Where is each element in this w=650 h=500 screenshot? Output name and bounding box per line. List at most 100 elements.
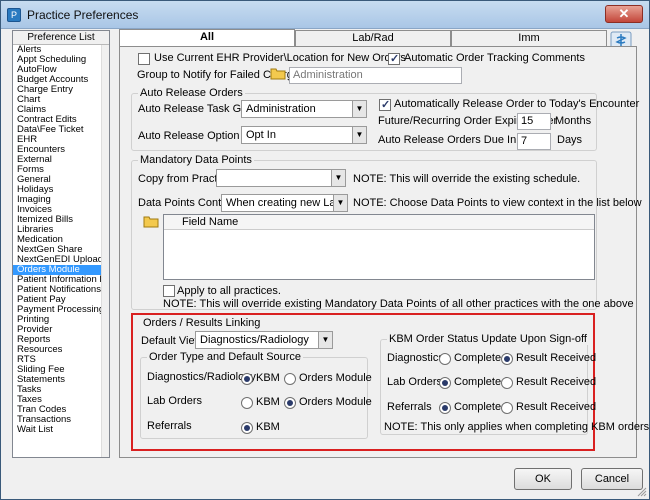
preference-list-item[interactable]: Data\Fee Ticket [13, 125, 109, 135]
folder-icon[interactable] [270, 67, 286, 80]
auto-tracking-label: Automatic Order Tracking Comments [404, 52, 585, 64]
preference-list-item[interactable]: External [13, 155, 109, 165]
chevron-down-icon[interactable]: ▼ [318, 332, 332, 348]
default-view-select[interactable]: Diagnostics/Radiology ▼ [195, 331, 333, 349]
preference-list-item[interactable]: RTS [13, 355, 109, 365]
preference-list-item[interactable]: EHR [13, 135, 109, 145]
tab-lab-rad[interactable]: Lab/Rad [295, 30, 451, 47]
diagnostics-kbm-radio[interactable] [241, 373, 253, 385]
preference-list-item[interactable]: Holidays [13, 185, 109, 195]
practice-preferences-window: P Practice Preferences ✕ Preference List… [0, 0, 650, 500]
preference-list-item[interactable]: Medication [13, 235, 109, 245]
preference-list-item[interactable]: Claims [13, 105, 109, 115]
preference-list-item[interactable]: Taxes [13, 395, 109, 405]
kbm-lab-orders-completed-radio[interactable] [439, 377, 451, 389]
kbm-referrals-completed-radio[interactable] [439, 402, 451, 414]
preference-list-item[interactable]: NextGen Share [13, 245, 109, 255]
use-current-provider-label: Use Current EHR Provider\Location for Ne… [154, 52, 406, 64]
apply-all-practices-checkbox[interactable] [163, 285, 175, 297]
orders-results-linking-legend: Orders / Results Linking [143, 317, 261, 329]
lab-orders-kbm-label: KBM [256, 396, 280, 408]
preference-list-item[interactable]: Orders Module [13, 265, 109, 275]
preference-list-item[interactable]: General [13, 175, 109, 185]
data-points-grid[interactable]: Field Name [163, 214, 595, 280]
data-points-context-select[interactable]: When creating new Lab order ▼ [221, 194, 348, 212]
tab-all[interactable]: All [119, 29, 295, 47]
group-notify-field[interactable]: Administration [289, 67, 462, 84]
preference-list-item[interactable]: Reports [13, 335, 109, 345]
chevron-down-icon[interactable]: ▼ [333, 195, 347, 211]
preference-list-item[interactable]: Budget Accounts [13, 75, 109, 85]
preference-list-item[interactable]: Charge Entry [13, 85, 109, 95]
preference-list-item[interactable]: Patient Pay [13, 295, 109, 305]
preference-list-item[interactable]: Alerts [13, 45, 109, 55]
preference-list-item[interactable]: Imaging [13, 195, 109, 205]
tab-imm[interactable]: Imm [451, 30, 607, 47]
preference-list-item[interactable]: Invoices [13, 205, 109, 215]
preference-list-item[interactable]: NextGenEDI Uploading [13, 255, 109, 265]
kbm-referrals-label: Referrals [387, 401, 432, 413]
preference-list-item[interactable]: AutoFlow [13, 65, 109, 75]
preference-list-item[interactable]: Tran Codes [13, 405, 109, 415]
chevron-down-icon[interactable]: ▼ [331, 170, 345, 186]
preference-list-item[interactable]: Libraries [13, 225, 109, 235]
resize-grip-icon[interactable] [637, 487, 647, 497]
preference-list-item[interactable]: Resources [13, 345, 109, 355]
kbm-diagnostics-label: Diagnostics [387, 352, 444, 364]
preference-list-item[interactable]: Patient Information Bar [13, 275, 109, 285]
lab-orders-kbm-radio[interactable] [241, 397, 253, 409]
preference-list-item[interactable]: Provider [13, 325, 109, 335]
field-name-column-header[interactable]: Field Name [182, 216, 238, 228]
task-group-select[interactable]: Administration ▼ [241, 100, 367, 118]
cancel-button[interactable]: Cancel [581, 468, 643, 490]
copy-from-practice-select[interactable]: ▼ [216, 169, 346, 187]
kbm-note: NOTE: This only applies when completing … [384, 421, 650, 433]
preference-list-item[interactable]: Transactions [13, 415, 109, 425]
preference-list-item[interactable]: Chart [13, 95, 109, 105]
lab-orders-orders-module-label: Orders Module [299, 396, 372, 408]
future-expires-field[interactable]: 15 [517, 113, 551, 130]
folder-icon[interactable] [143, 215, 159, 228]
context-note: NOTE: Choose Data Points to view context… [353, 197, 642, 209]
kbm-referrals-result-received-label: Result Received [516, 401, 597, 413]
preference-list-item[interactable]: Statements [13, 375, 109, 385]
future-expires-unit: Months [555, 115, 592, 127]
kbm-diagnostics-result-received-radio[interactable] [501, 353, 513, 365]
due-in-unit: Days [557, 134, 583, 146]
lab-orders-orders-module-radio[interactable] [284, 397, 296, 409]
preference-list-item[interactable]: Printing [13, 315, 109, 325]
title-bar[interactable]: P Practice Preferences ✕ [1, 1, 649, 29]
order-type-default-source-legend: Order Type and Default Source [147, 351, 304, 363]
chevron-down-icon[interactable]: ▼ [352, 127, 366, 143]
kbm-lab-orders-result-received-radio[interactable] [501, 377, 513, 389]
diagnostics-kbm-label: KBM [256, 372, 280, 384]
preference-list-scrollbar[interactable] [101, 45, 109, 457]
preference-list-item[interactable]: Patient Notifications [13, 285, 109, 295]
preference-list-item[interactable]: Itemized Bills [13, 215, 109, 225]
release-option-select[interactable]: Opt In ▼ [241, 126, 367, 144]
preference-list-item[interactable]: Appt Scheduling [13, 55, 109, 65]
ok-button[interactable]: OK [514, 468, 572, 490]
preference-list-item[interactable]: Contract Edits [13, 115, 109, 125]
kbm-referrals-result-received-radio[interactable] [501, 402, 513, 414]
diagnostics-orders-module-radio[interactable] [284, 373, 296, 385]
preference-list-item[interactable]: Wait List [13, 425, 109, 435]
chevron-down-icon[interactable]: ▼ [352, 101, 366, 117]
preference-list-item[interactable]: Forms [13, 165, 109, 175]
use-current-provider-checkbox[interactable] [138, 53, 150, 65]
kbm-diagnostics-completed-radio[interactable] [439, 353, 451, 365]
auto-tracking-checkbox[interactable] [388, 52, 400, 65]
due-in-field[interactable]: 7 [517, 133, 551, 150]
preference-list-item[interactable]: Encounters [13, 145, 109, 155]
referrals-kbm-radio[interactable] [241, 422, 253, 434]
preference-list-item[interactable]: Tasks [13, 385, 109, 395]
preference-list-item[interactable]: Payment Processing [13, 305, 109, 315]
diagnostics-orders-module-label: Orders Module [299, 372, 372, 384]
auto-release-today-checkbox[interactable] [379, 98, 391, 111]
close-button[interactable]: ✕ [605, 5, 643, 23]
window-title: Practice Preferences [27, 8, 139, 22]
preference-list[interactable]: Preference List Alerts Appt Scheduling Aut… [12, 30, 110, 458]
due-in-label: Auto Release Orders Due In [378, 134, 517, 146]
preference-list-item[interactable]: Sliding Fee [13, 365, 109, 375]
kbm-lab-orders-label: Lab Orders [387, 376, 443, 388]
